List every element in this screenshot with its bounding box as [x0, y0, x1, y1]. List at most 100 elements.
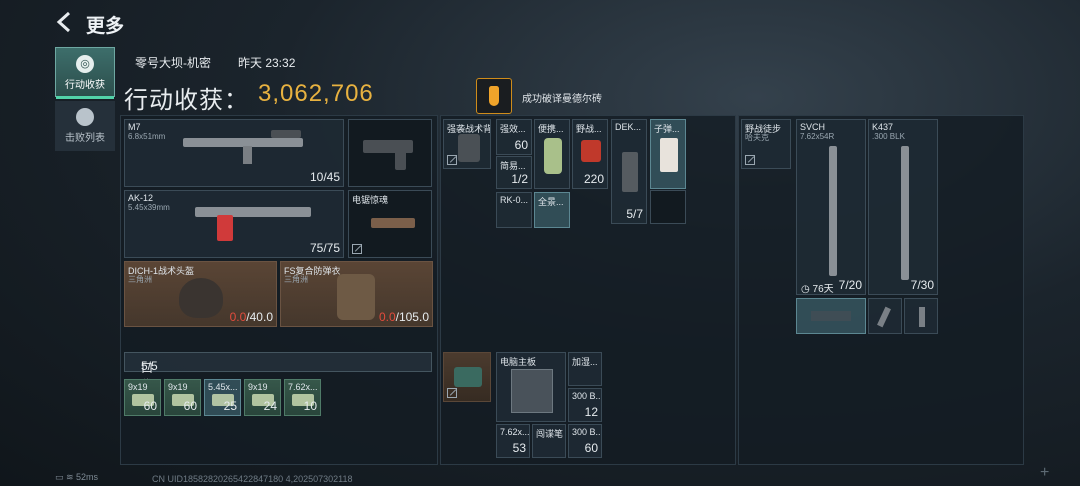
- suppressor-icon: [877, 306, 891, 328]
- pocket-item[interactable]: 9x19 60: [124, 379, 161, 416]
- weapon-ammo: 7/20: [838, 278, 862, 292]
- item-name: 电脑主板: [500, 357, 537, 367]
- item-count: 60: [514, 138, 528, 152]
- helmet-slot[interactable]: DICH-1战术头盔 三角洲 0.0/40.0: [124, 261, 277, 327]
- ammo-name: 9x19: [128, 382, 148, 392]
- pocket-item[interactable]: 7.62x... 10: [284, 379, 321, 416]
- helmet-durability-max: /40.0: [246, 310, 273, 324]
- rig-slot[interactable]: 强袭战术背心: [443, 119, 491, 169]
- weapon-slot-sidearm[interactable]: [348, 119, 432, 187]
- helmet-durability: 0.0/40.0: [230, 310, 273, 324]
- ammo-name: 9x19: [168, 382, 188, 392]
- item-count: 60: [584, 441, 598, 455]
- bag-sub: 哈夫克: [745, 133, 769, 142]
- item-name: 子弹...: [654, 124, 680, 134]
- lock-icon: [447, 388, 457, 398]
- harvest-label: 行动收获：: [124, 87, 249, 114]
- item-name: RK-0...: [500, 195, 529, 205]
- loot-icon: ◎: [76, 55, 94, 73]
- brick-icon[interactable]: [476, 78, 512, 114]
- weapon-name: AK-12: [128, 193, 154, 203]
- rig-item[interactable]: 便携...: [534, 119, 570, 189]
- pocket-count: 5/5: [141, 359, 158, 373]
- tab-loot[interactable]: ◎ 行动收获: [55, 47, 115, 99]
- lock-icon: [352, 244, 362, 254]
- user-uid: CN UID18582820265422847180 4,20250730211…: [152, 474, 353, 484]
- backpack-icon: [454, 367, 482, 387]
- rig-item[interactable]: DEK... 5/7: [611, 119, 647, 224]
- ammo-name: 9x19: [248, 382, 268, 392]
- pistol-grip-icon: [395, 150, 406, 170]
- vest-icon: [458, 134, 480, 162]
- helmet-durability-current: 0.0: [229, 310, 247, 324]
- rig-item[interactable]: RK-0...: [496, 192, 532, 228]
- skull-icon: [76, 108, 94, 126]
- secondary-weapon-k437[interactable]: K437 .300 BLK 7/30: [868, 119, 938, 295]
- rig-item[interactable]: 野战... 220: [572, 119, 608, 189]
- rig-empty[interactable]: [650, 190, 686, 224]
- ammo-name: 5.45x...: [208, 382, 238, 392]
- armor-slot[interactable]: FS复合防弹衣 三角洲 0.0/105.0: [280, 261, 433, 327]
- ammo-count: 25: [223, 399, 237, 413]
- canister-icon: [544, 138, 562, 174]
- attachment-slot[interactable]: [868, 298, 902, 334]
- weapon-ammo: 10/45: [309, 170, 340, 184]
- scope-icon: [271, 130, 301, 138]
- weapon-slot-secondary[interactable]: AK-12 5.45x39mm 75/75: [124, 190, 344, 258]
- item-count: 53: [512, 441, 526, 455]
- item-name: 300 B...: [572, 427, 602, 437]
- harvest-value: 3,062,706: [258, 80, 374, 107]
- network-status: ▭ ≋ 52ms: [55, 472, 99, 482]
- tab-kill-list[interactable]: 击败列表: [55, 101, 115, 151]
- item-name: 300 B...: [572, 391, 602, 401]
- secondary-bag-slot[interactable]: 野战徒步 哈夫克: [741, 119, 791, 169]
- rig-item[interactable]: 强效... 60: [496, 119, 532, 155]
- weapon-ammo: 7/30: [910, 278, 934, 292]
- back-button[interactable]: [52, 9, 78, 35]
- backpack-slot[interactable]: [443, 352, 491, 402]
- ammo-count: 24: [263, 399, 277, 413]
- expiry-timer: ◷ 76天: [801, 284, 834, 295]
- item-name: 7.62x...: [500, 427, 530, 437]
- magazine-icon: [243, 146, 252, 164]
- tab-loot-label: 行动收获: [65, 80, 105, 91]
- attachment-icon: [811, 311, 851, 321]
- melee-slot[interactable]: 电锯惊魂: [348, 190, 432, 258]
- rig-item[interactable]: 简易... 1/2: [496, 156, 532, 189]
- magazine-icon: [919, 307, 925, 327]
- rig-item[interactable]: 全景...: [534, 192, 570, 228]
- weapon-caliber: 7.62x54R: [800, 132, 835, 141]
- backpack-item[interactable]: 300 B... 12: [568, 388, 602, 422]
- achievement-text: 成功破译曼德尔砖: [522, 94, 602, 105]
- map-name: 零号大坝-机密: [135, 56, 211, 70]
- plus-icon[interactable]: +: [1040, 464, 1049, 482]
- rig-item[interactable]: 子弹...: [650, 119, 686, 189]
- pocket-item[interactable]: 5.45x... 25: [204, 379, 241, 416]
- item-name: 闯谍笔: [536, 429, 564, 439]
- attachment-slot[interactable]: [796, 298, 866, 334]
- item-name: 全景...: [538, 197, 564, 207]
- backpack-item[interactable]: 电脑主板: [496, 352, 566, 422]
- melee-name: 电锯惊魂: [352, 195, 389, 205]
- weapon-slot-primary[interactable]: M7 6.8x51mm 10/45: [124, 119, 344, 187]
- attachment-slot[interactable]: [904, 298, 938, 334]
- item-count: 1/2: [511, 172, 528, 186]
- backpack-item[interactable]: 加湿...: [568, 352, 602, 386]
- item-name: 加湿...: [572, 357, 598, 367]
- armor-durability-current: 0.0: [378, 310, 396, 324]
- secondary-weapon-svch[interactable]: SVCH 7.62x54R ◷ 76天 7/20: [796, 119, 866, 295]
- backpack-item[interactable]: 300 B... 60: [568, 424, 602, 458]
- pocket-item[interactable]: 9x19 60: [164, 379, 201, 416]
- card-icon: [660, 138, 678, 172]
- pocket-item[interactable]: 9x19 24: [244, 379, 281, 416]
- item-name: 便携...: [538, 124, 564, 134]
- ammo-count: 60: [143, 399, 157, 413]
- backpack-item[interactable]: 7.62x... 53: [496, 424, 530, 458]
- vest-icon: [337, 274, 375, 320]
- lock-icon: [745, 155, 755, 165]
- item-count: 220: [583, 172, 604, 186]
- weapon-name: K437: [872, 122, 894, 132]
- backpack-item[interactable]: 闯谍笔: [532, 424, 566, 458]
- rifle-icon: [901, 146, 909, 280]
- armor-sub: 三角洲: [284, 275, 308, 284]
